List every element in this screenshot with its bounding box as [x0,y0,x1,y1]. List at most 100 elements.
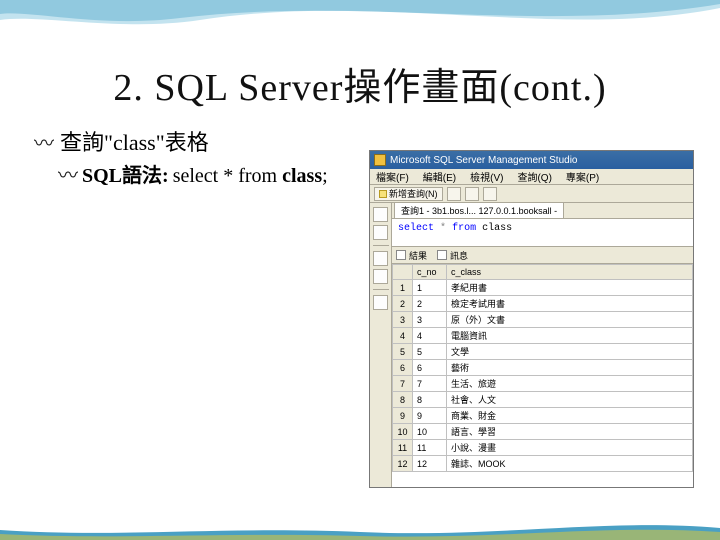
query-tab[interactable]: 查詢1 - 3b1.bos.l... 127.0.0.1.booksall - [394,202,564,218]
cell-cno: 3 [413,312,447,328]
table-row[interactable]: 99商業、財金 [393,408,693,424]
toolbar-icon[interactable] [447,187,461,201]
row-number: 8 [393,392,413,408]
menu-edit[interactable]: 編輯(E) [423,169,456,184]
cell-cno: 8 [413,392,447,408]
separator [373,289,389,290]
menu-view[interactable]: 檢視(V) [470,169,503,184]
row-number: 7 [393,376,413,392]
cell-cclass: 小說、漫畫 [447,440,693,456]
menubar: 檔案(F) 編輯(E) 檢視(V) 查詢(Q) 專案(P) [370,169,693,185]
editor-kw-from: from [452,223,476,234]
results-grid[interactable]: c_no c_class 11孝紀用書22檢定考試用書33原（外）文書44電腦資… [392,264,693,487]
menu-project[interactable]: 專案(P) [566,169,599,184]
bottom-wave-decoration [0,518,720,540]
cell-cno: 6 [413,360,447,376]
menu-query[interactable]: 查詢(Q) [517,169,551,184]
messages-label: 訊息 [450,249,468,262]
row-number: 3 [393,312,413,328]
ssms-screenshot: Microsoft SQL Server Management Studio 檔… [369,150,694,488]
cell-cclass: 原（外）文書 [447,312,693,328]
table-row[interactable]: 22檢定考試用書 [393,296,693,312]
cell-cclass: 電腦資訊 [447,328,693,344]
tool-icon[interactable] [373,295,388,310]
new-query-label: 新增查詢(N) [389,187,438,200]
window-titlebar[interactable]: Microsoft SQL Server Management Studio [370,151,693,169]
results-tab-messages[interactable]: 訊息 [437,249,468,262]
cell-cclass: 雜誌、MOOK [447,456,693,472]
cell-cno: 10 [413,424,447,440]
col-header-cno[interactable]: c_no [413,265,447,280]
toolbar: 新增查詢(N) [370,185,693,203]
cell-cno: 7 [413,376,447,392]
cell-cno: 12 [413,456,447,472]
cell-cno: 9 [413,408,447,424]
cell-cclass: 檢定考試用書 [447,296,693,312]
toolbar-icon[interactable] [483,187,497,201]
new-query-button[interactable]: 新增查詢(N) [374,187,443,201]
table-row[interactable]: 1111小說、漫畫 [393,440,693,456]
cell-cno: 4 [413,328,447,344]
tool-icon[interactable] [373,207,388,222]
sql-label: SQL語法: [82,159,169,188]
row-number: 11 [393,440,413,456]
cell-cclass: 生活、旅遊 [447,376,693,392]
cell-cno: 11 [413,440,447,456]
sql-kw-from: from [238,165,277,187]
sql-statement: select * from class; [173,165,328,188]
sidebar [370,203,392,487]
row-number: 1 [393,280,413,296]
table-row[interactable]: 77生活、旅遊 [393,376,693,392]
bullet-text: 查詢"class"表格 [60,125,209,157]
sub-bullet-icon: 〰 [58,159,78,188]
table-row[interactable]: 1212雜誌、MOOK [393,456,693,472]
app-icon [374,154,386,166]
window-title: Microsoft SQL Server Management Studio [390,155,578,166]
table-row[interactable]: 33原（外）文書 [393,312,693,328]
bullet-icon: 〰 [34,127,54,156]
row-number: 12 [393,456,413,472]
tool-icon[interactable] [373,251,388,266]
cell-cno: 2 [413,296,447,312]
cell-cno: 5 [413,344,447,360]
tabstrip: 查詢1 - 3b1.bos.l... 127.0.0.1.booksall - [392,203,693,219]
results-label: 結果 [409,249,427,262]
toolbar-icon[interactable] [465,187,479,201]
editor-kw-select: select [398,223,434,234]
row-number: 2 [393,296,413,312]
sql-editor[interactable]: select * from class [392,219,693,247]
results-tabs: 結果 訊息 [392,247,693,264]
table-row[interactable]: 66藝術 [393,360,693,376]
row-number: 4 [393,328,413,344]
separator [373,245,389,246]
cell-cclass: 語言、學習 [447,424,693,440]
tool-icon[interactable] [373,225,388,240]
grid-icon [396,250,406,260]
cell-cclass: 文學 [447,344,693,360]
col-header-rownum[interactable] [393,265,413,280]
tool-icon[interactable] [373,269,388,284]
new-icon [379,190,387,198]
table-row[interactable]: 11孝紀用書 [393,280,693,296]
table-row[interactable]: 44電腦資訊 [393,328,693,344]
sql-ident-class: class [282,165,322,187]
cell-cclass: 商業、財金 [447,408,693,424]
cell-cclass: 孝紀用書 [447,280,693,296]
cell-cno: 1 [413,280,447,296]
menu-file[interactable]: 檔案(F) [376,169,409,184]
col-header-cclass[interactable]: c_class [447,265,693,280]
sql-star: * [223,165,233,187]
table-row[interactable]: 1010語言、學習 [393,424,693,440]
message-icon [437,250,447,260]
main-pane: 查詢1 - 3b1.bos.l... 127.0.0.1.booksall - … [392,203,693,487]
slide-title: 2. SQL Server操作畫面(cont.) [30,56,690,111]
row-number: 6 [393,360,413,376]
cell-cclass: 社會、人文 [447,392,693,408]
table-row[interactable]: 88社會、人文 [393,392,693,408]
results-tab-results[interactable]: 結果 [396,249,427,262]
sql-semicolon: ; [322,165,328,187]
row-number: 10 [393,424,413,440]
editor-ident: class [482,223,512,234]
table-row[interactable]: 55文學 [393,344,693,360]
cell-cclass: 藝術 [447,360,693,376]
